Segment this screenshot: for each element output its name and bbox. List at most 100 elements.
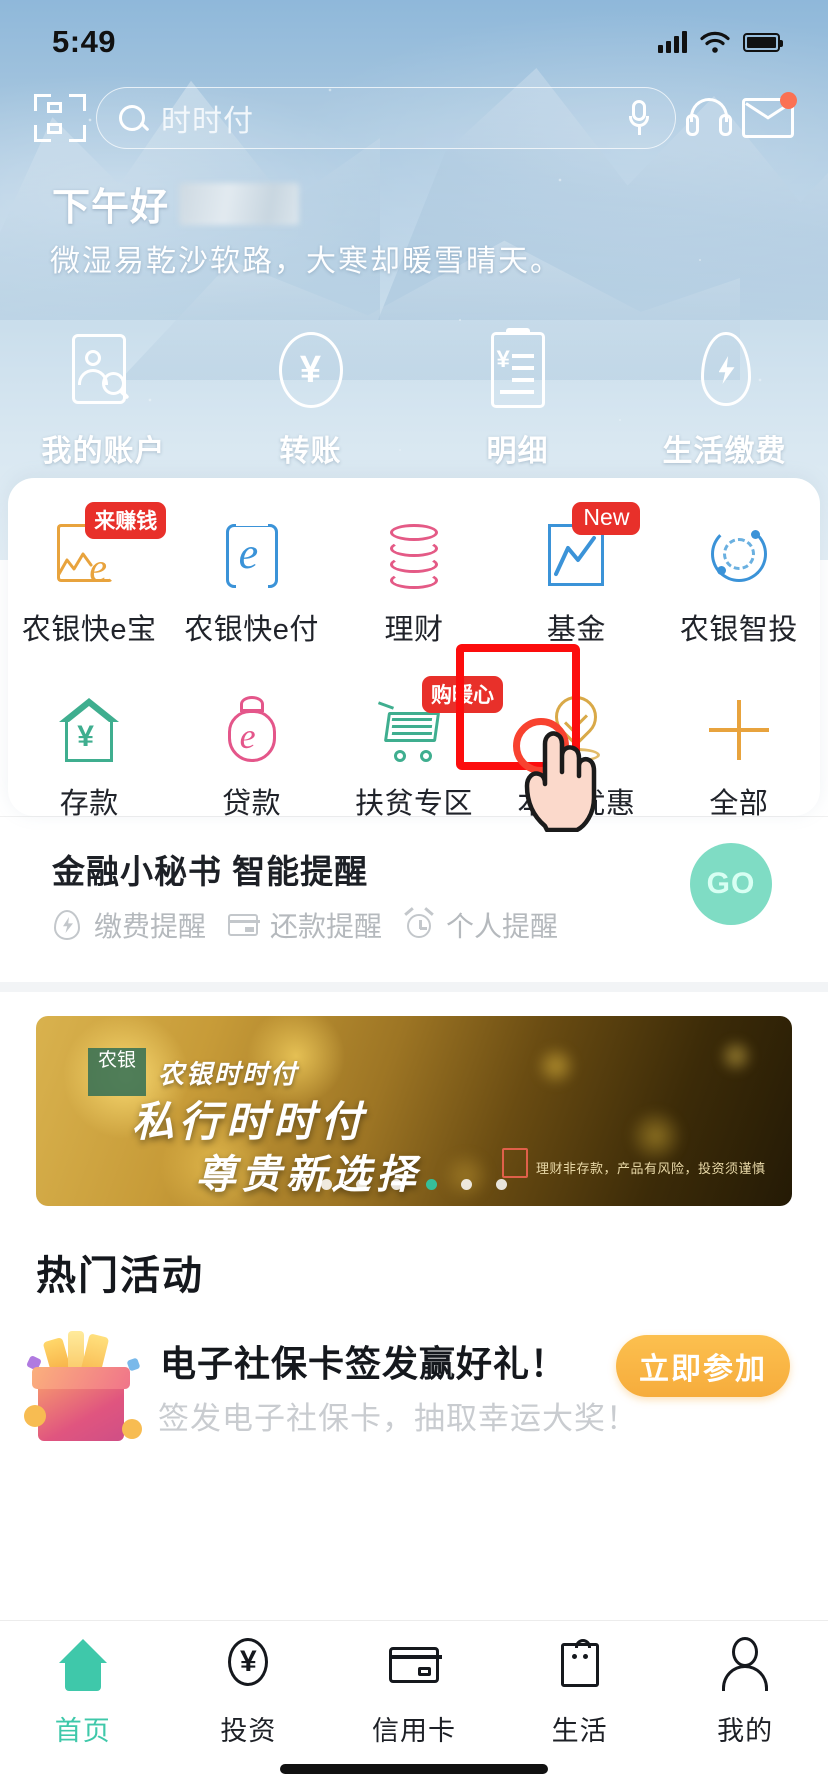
- grid-item-label: 存款: [59, 788, 119, 820]
- microphone-icon[interactable]: [629, 100, 649, 136]
- quick-actions: 我的账户 ¥ 转账 ¥ 明细 生活缴费: [0, 328, 828, 470]
- banner-dot[interactable]: [461, 1179, 472, 1190]
- tab-home[interactable]: 首页: [0, 1635, 166, 1792]
- all-plus-icon: [701, 692, 777, 768]
- search-input[interactable]: 时时付: [96, 87, 676, 149]
- search-icon: [119, 105, 145, 131]
- reminder-utility[interactable]: 缴费提醒: [50, 905, 206, 945]
- home-icon: [52, 1635, 114, 1697]
- badge-label: 来赚钱: [85, 502, 167, 539]
- utility-drop-icon: [50, 908, 84, 942]
- grid-item-deposit[interactable]: ¥ 存款: [8, 678, 170, 822]
- loan-moneybag-icon: e: [214, 692, 290, 768]
- tab-profile[interactable]: 我的: [662, 1635, 828, 1792]
- financial-assistant-card[interactable]: 金融小秘书 智能提醒 缴费提醒 还款提醒 个人提醒 GO: [0, 816, 828, 958]
- scan-code-icon[interactable]: [34, 92, 86, 144]
- account-card-search-icon: [64, 330, 144, 410]
- grid-item-label: 全部: [709, 788, 769, 820]
- promo-row[interactable]: 电子社保卡签发赢好礼！ 签发电子社保卡，抽取幸运大奖！ 立即参加: [0, 1321, 828, 1471]
- utility-payment-icon: [685, 330, 765, 410]
- statement-detail-icon: ¥: [478, 328, 558, 410]
- unread-badge-dot: [780, 92, 797, 109]
- grid-item-loan[interactable]: e 贷款: [170, 678, 332, 822]
- reminder-label: 缴费提醒: [94, 911, 207, 942]
- grid-item-label: 贷款: [222, 788, 282, 820]
- tab-label: 首页: [54, 1716, 111, 1746]
- wealth-coins-icon: [376, 518, 452, 594]
- banner-kicker: 农银时时付: [158, 1059, 299, 1089]
- quick-action-label: 转账: [279, 435, 342, 468]
- letter-e: e: [89, 545, 107, 590]
- smart-invest-icon: [701, 518, 777, 594]
- status-time: 5:49: [52, 24, 117, 59]
- tab-label: 信用卡: [371, 1716, 456, 1746]
- banner-section: 农银 农银时时付 私行时时付 尊贵新选择 理财非存款，产品有风险，投资须谨慎: [0, 982, 828, 1217]
- wifi-icon: [700, 31, 730, 53]
- assistant-go-button[interactable]: GO: [690, 843, 772, 925]
- grid-item-label: 农银快e付: [184, 614, 319, 646]
- letter-e: e: [239, 716, 256, 756]
- gift-box-icon: [24, 1331, 142, 1447]
- promo-banner[interactable]: 农银 农银时时付 私行时时付 尊贵新选择 理财非存款，产品有风险，投资须谨慎: [36, 1016, 792, 1206]
- customer-service-headset-icon[interactable]: [686, 98, 732, 138]
- quick-action-detail[interactable]: ¥ 明细: [414, 328, 621, 470]
- banner-dot-active[interactable]: [426, 1179, 437, 1190]
- banner-dot[interactable]: [356, 1179, 367, 1190]
- assistant-reminders: 缴费提醒 还款提醒 个人提醒: [50, 905, 558, 945]
- signal-bars-icon: [658, 31, 687, 53]
- tab-label: 投资: [220, 1716, 277, 1746]
- yuan-symbol: ¥: [299, 348, 322, 391]
- mail-envelope-icon[interactable]: [742, 92, 797, 138]
- grid-item-label: 农银快e宝: [21, 614, 157, 646]
- grid-item-wealth-management[interactable]: 理财: [333, 504, 495, 648]
- reminder-label: 还款提醒: [270, 911, 383, 942]
- grid-item-nongyin-kuai-e-bao[interactable]: 来赚钱 e 农银快e宝: [8, 502, 170, 648]
- hot-activities-section: 热门活动 电子社保卡签发赢好礼！ 签发电子社保卡，抽取幸运大奖！ 立即参加: [0, 1217, 828, 1477]
- invest-yuan-icon: ¥: [217, 1635, 279, 1697]
- seal-stamp-icon: [502, 1148, 528, 1178]
- banner-pagination-dots[interactable]: [36, 1179, 792, 1190]
- grid-item-smart-invest[interactable]: 农银智投: [658, 504, 820, 648]
- home-indicator: [280, 1764, 548, 1774]
- grid-item-all[interactable]: 全部: [658, 678, 820, 822]
- services-grid: 来赚钱 e 农银快e宝 e 农银快e付 理财 New 基金 农银智投 ¥ 存款 …: [8, 502, 820, 822]
- poem-text: 微湿易乾沙软路，大寒却暖雪晴天。: [50, 245, 562, 278]
- quick-action-label: 生活缴费: [662, 435, 787, 468]
- grid-item-label: 农银智投: [679, 614, 798, 646]
- alarm-clock-icon: [402, 907, 436, 942]
- greeting-text: 下午好: [52, 187, 170, 229]
- grid-item-nongyin-kuai-e-fu[interactable]: e 农银快e付: [170, 504, 332, 648]
- username-masked: [179, 182, 300, 225]
- deposit-house-icon: ¥: [51, 692, 127, 768]
- app-screen: 5:49 时时付 下午好 微湿易乾沙软路，大寒却暖雪晴天。 我的账户 ¥ 转账 …: [0, 0, 828, 1792]
- banner-fine-print: 理财非存款，产品有风险，投资须谨慎: [536, 1161, 766, 1176]
- nongyin-kuai-e-fu-icon: e: [214, 516, 290, 594]
- services-grid-row-1: 来赚钱 e 农银快e宝 e 农银快e付 理财 New 基金 农银智投: [8, 502, 820, 648]
- reminder-personal[interactable]: 个人提醒: [402, 905, 558, 945]
- quick-action-label: 我的账户: [41, 435, 166, 468]
- search-row: 时时付: [0, 78, 828, 158]
- yuan-symbol: ¥: [240, 1645, 257, 1678]
- quick-action-transfer[interactable]: ¥ 转账: [207, 330, 414, 470]
- banner-dot[interactable]: [321, 1179, 332, 1190]
- quick-action-label: 明细: [486, 435, 549, 468]
- reminder-repayment[interactable]: 还款提醒: [226, 905, 382, 945]
- letter-e: e: [238, 529, 259, 578]
- search-query-text: 时时付: [161, 105, 254, 138]
- tab-label: 生活: [551, 1716, 608, 1746]
- grid-item-fund[interactable]: New 基金: [495, 502, 657, 648]
- join-now-button[interactable]: 立即参加: [616, 1335, 790, 1397]
- tab-label: 我的: [717, 1716, 774, 1746]
- status-bar: 5:49: [0, 0, 828, 84]
- transfer-yuan-icon: ¥: [271, 330, 351, 410]
- life-bag-icon: [549, 1635, 611, 1697]
- banner-dot[interactable]: [391, 1179, 402, 1190]
- grid-item-label: 扶贫专区: [355, 788, 474, 820]
- quick-action-my-account[interactable]: 我的账户: [0, 330, 207, 470]
- reminder-label: 个人提醒: [446, 911, 559, 942]
- banner-line-2: 尊贵新选择: [196, 1153, 421, 1197]
- promo-subtitle: 签发电子社保卡，抽取幸运大奖！: [158, 1401, 638, 1436]
- quick-action-utility-payment[interactable]: 生活缴费: [621, 330, 828, 470]
- banner-dot[interactable]: [496, 1179, 507, 1190]
- grid-item-label: 基金: [546, 614, 606, 646]
